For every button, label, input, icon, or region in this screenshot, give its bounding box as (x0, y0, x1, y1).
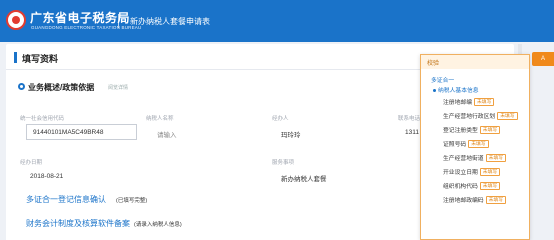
credit-code-label: 统一社会信用代码 (20, 116, 65, 122)
validation-item-label: 登记注册类型 (443, 128, 478, 134)
missing-tag: 未填写 (468, 140, 489, 149)
validation-item-label: 生产经营地行政区划 (443, 114, 496, 120)
section-detail-link[interactable]: 阅览详情 (108, 84, 128, 91)
credit-code-input[interactable]: 91440101MA5C49BR48 (26, 124, 137, 140)
service-label: 服务事项 (272, 160, 295, 166)
validation-group[interactable]: 多证合一 (431, 75, 454, 84)
validation-item-label: 注册地邮编 (443, 100, 472, 106)
validation-item[interactable]: 组织机构代码 未填写 (443, 181, 501, 191)
service-value: 新办纳税人套餐 (281, 176, 327, 183)
missing-tag: 未填写 (485, 196, 506, 205)
taxpayer-name-label: 纳税人名称 (146, 116, 174, 122)
validation-subgroup-label: 纳税人基本信息 (438, 88, 479, 94)
validation-panel: 校验 多证合一 纳税人基本信息 注册地邮编 未填写 生产经营地行政区划 未填写 登记… (420, 54, 530, 240)
validation-panel-header: 校验 (421, 55, 529, 69)
date-value: 2018-08-21 (30, 173, 64, 180)
phone-value: 1311 (405, 129, 419, 136)
section-title: 业务概述/政策依据 (28, 83, 95, 92)
validation-item-label: 注册地邮政编码 (443, 198, 484, 204)
missing-tag: 未填写 (485, 154, 506, 163)
section-marker-icon (18, 83, 25, 90)
validation-item[interactable]: 注册地邮政编码 未填写 (443, 195, 506, 205)
validation-item[interactable]: 生产经营地行政区划 未填写 (443, 111, 518, 121)
brand-name-english: GUANGDONG ELECTRONIC TAXATION BUREAU (31, 25, 142, 30)
validation-toggle-label: A (540, 56, 545, 62)
missing-tag: 未填写 (479, 182, 501, 191)
validation-item-label: 开业设立日期 (443, 170, 478, 176)
date-label: 经办日期 (20, 160, 43, 166)
top-bar: 广东省电子税务局 GUANGDONG ELECTRONIC TAXATION B… (0, 0, 554, 42)
header-accent-bar (14, 52, 17, 63)
validation-item[interactable]: 生产经营地街道 未填写 (443, 153, 506, 163)
operator-value: 玛玲玲 (281, 132, 301, 139)
validation-item-label: 证照号码 (443, 142, 467, 148)
brand-name: 广东省电子税务局 (30, 11, 131, 25)
missing-tag: 未填写 (474, 98, 495, 107)
validation-item[interactable]: 证照号码 未填写 (443, 139, 489, 149)
validation-item-label: 组织机构代码 (443, 184, 478, 190)
validation-item[interactable]: 开业设立日期 未填写 (443, 167, 501, 177)
credit-code-value: 91440101MA5C49BR48 (33, 129, 104, 136)
accounting-filing-status: (请录入纳税人信息) (134, 222, 182, 228)
validation-panel-title: 校验 (427, 61, 440, 67)
bullet-icon (433, 88, 436, 92)
page-title: 新办纳税人套餐申请表 (130, 17, 210, 26)
validation-item[interactable]: 注册地邮编 未填写 (443, 97, 495, 107)
missing-tag: 未填写 (479, 168, 501, 177)
card-title: 填写资料 (22, 54, 59, 64)
missing-tag: 未填写 (479, 126, 501, 135)
tax-bureau-logo-icon (6, 10, 26, 30)
missing-tag: 未填写 (497, 112, 518, 121)
multi-cert-confirm-link[interactable]: 多证合一登记信息确认 (26, 194, 106, 205)
taxpayer-name-input[interactable]: 请输入 (157, 129, 177, 139)
validation-subgroup[interactable]: 纳税人基本信息 (433, 85, 479, 94)
validation-item[interactable]: 登记注册类型 未填写 (443, 125, 501, 135)
accounting-filing-link[interactable]: 财务会计制度及核算软件备案 (26, 218, 130, 229)
phone-label: 联系电话 (398, 116, 421, 122)
header-divider (118, 14, 119, 28)
operator-label: 经办人 (272, 116, 289, 122)
validation-item-label: 生产经营地街道 (443, 156, 484, 162)
multi-cert-status: (已填写完整) (116, 198, 148, 204)
validation-toggle-button[interactable]: A (532, 52, 554, 66)
